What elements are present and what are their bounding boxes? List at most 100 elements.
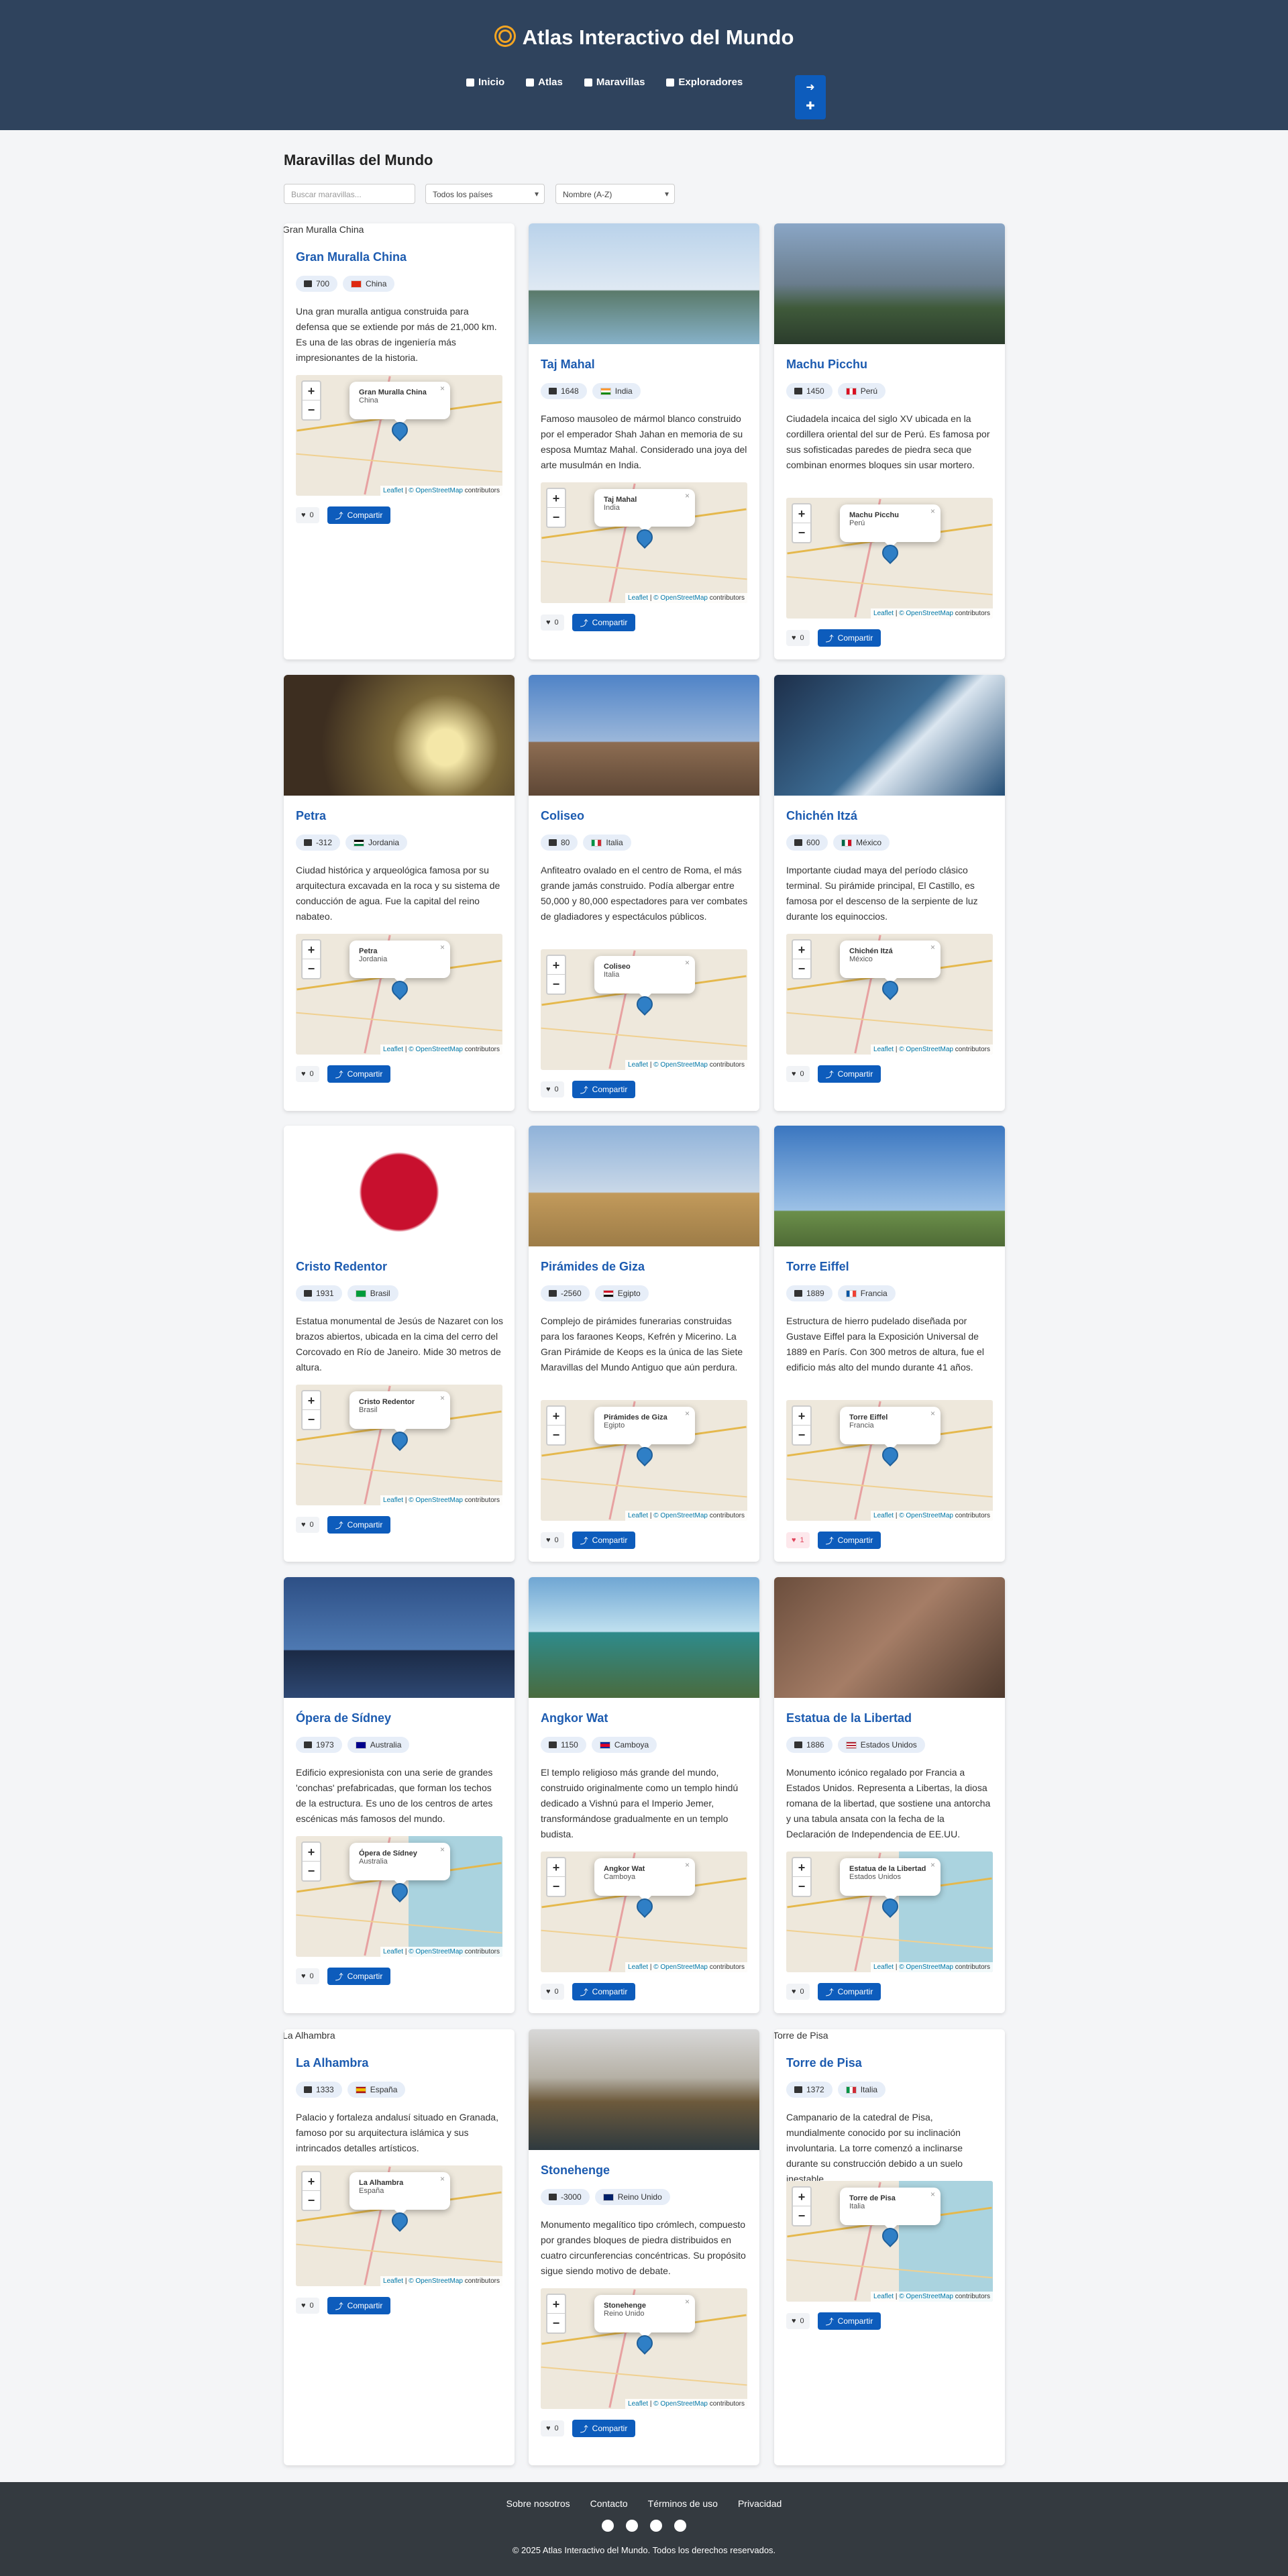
wonder-map[interactable]: + − × Estatua de la Libertad Estados Uni… — [786, 1851, 993, 1972]
share-button[interactable]: ⤴ Compartir — [817, 1065, 881, 1083]
map-marker-icon[interactable] — [633, 526, 656, 549]
zoom-out-button[interactable]: − — [793, 523, 810, 542]
like-button[interactable]: ♥ 0 — [786, 630, 810, 646]
wonder-map[interactable]: + − × Cristo Redentor Brasil Leaflet | ©… — [296, 1385, 502, 1505]
popup-close-icon[interactable]: × — [685, 958, 690, 967]
footer-link-contact[interactable]: Contacto — [590, 2498, 628, 2509]
like-button[interactable]: ♥ 0 — [296, 1517, 319, 1533]
popup-close-icon[interactable]: × — [440, 943, 445, 952]
youtube-icon[interactable] — [674, 2520, 686, 2532]
country-filter-select[interactable]: Todos los países — [425, 184, 545, 204]
nav-exploradores[interactable]: Exploradores — [666, 76, 743, 88]
leaflet-link[interactable]: Leaflet — [628, 594, 648, 602]
share-button[interactable]: ⤴ Compartir — [572, 1983, 636, 2000]
map-marker-icon[interactable] — [388, 1880, 411, 1902]
leaflet-link[interactable]: Leaflet — [873, 2293, 894, 2300]
osm-link[interactable]: © OpenStreetMap — [409, 487, 463, 494]
search-input[interactable]: Buscar maravillas... — [284, 184, 415, 204]
facebook-icon[interactable] — [602, 2520, 614, 2532]
leaflet-link[interactable]: Leaflet — [383, 2277, 403, 2285]
like-button[interactable]: ♥ 0 — [296, 1968, 319, 1984]
osm-link[interactable]: © OpenStreetMap — [899, 1512, 953, 1519]
like-button[interactable]: ♥ 0 — [541, 1984, 564, 2000]
wonder-title[interactable]: Pirámides de Giza — [541, 1260, 645, 1274]
leaflet-link[interactable]: Leaflet — [628, 1512, 648, 1519]
leaflet-link[interactable]: Leaflet — [383, 1046, 403, 1053]
zoom-out-button[interactable]: − — [547, 1877, 565, 1896]
wonder-map[interactable]: + − × Pirámides de Giza Egipto Leaflet |… — [541, 1400, 747, 1521]
zoom-in-button[interactable]: + — [547, 2295, 565, 2314]
zoom-in-button[interactable]: + — [793, 1407, 810, 1426]
share-button[interactable]: ⤴ Compartir — [817, 1532, 881, 1549]
map-marker-icon[interactable] — [879, 1444, 902, 1466]
share-button[interactable]: ⤴ Compartir — [327, 1065, 391, 1083]
sort-select[interactable]: Nombre (A-Z) — [555, 184, 675, 204]
wonder-map[interactable]: + − × Chichén Itzá México Leaflet | © Op… — [786, 934, 993, 1055]
popup-close-icon[interactable]: × — [930, 1409, 935, 1418]
leaflet-link[interactable]: Leaflet — [873, 1964, 894, 1971]
popup-close-icon[interactable]: × — [930, 943, 935, 952]
like-button[interactable]: ♥ 0 — [541, 1532, 564, 1548]
like-button[interactable]: ♥ 1 — [786, 1532, 810, 1548]
wonder-map[interactable]: + − × Machu Picchu Perú Leaflet | © Open… — [786, 498, 993, 619]
wonder-map[interactable]: + − × La Alhambra España Leaflet | © Ope… — [296, 2165, 502, 2286]
nav-atlas[interactable]: Atlas — [526, 76, 563, 88]
login-icon[interactable]: ➜ — [804, 82, 817, 94]
wonder-map[interactable]: + − × Angkor Wat Camboya Leaflet | © Ope… — [541, 1851, 747, 1972]
zoom-out-button[interactable]: − — [303, 959, 320, 978]
nav-inicio[interactable]: Inicio — [466, 76, 504, 88]
map-marker-icon[interactable] — [388, 1428, 411, 1451]
wonder-title[interactable]: Gran Muralla China — [296, 250, 407, 264]
osm-link[interactable]: © OpenStreetMap — [653, 1512, 708, 1519]
wonder-title[interactable]: Torre de Pisa — [786, 2056, 862, 2070]
zoom-in-button[interactable]: + — [793, 2188, 810, 2206]
leaflet-link[interactable]: Leaflet — [383, 1497, 403, 1504]
popup-close-icon[interactable]: × — [440, 1845, 445, 1854]
leaflet-link[interactable]: Leaflet — [873, 1046, 894, 1053]
share-button[interactable]: ⤴ Compartir — [817, 2312, 881, 2330]
osm-link[interactable]: © OpenStreetMap — [653, 594, 708, 602]
zoom-in-button[interactable]: + — [303, 941, 320, 959]
wonder-title[interactable]: La Alhambra — [296, 2056, 368, 2070]
leaflet-link[interactable]: Leaflet — [873, 610, 894, 617]
wonder-title[interactable]: Taj Mahal — [541, 358, 595, 372]
wonder-title[interactable]: Angkor Wat — [541, 1711, 608, 1725]
map-marker-icon[interactable] — [388, 977, 411, 1000]
wonder-map[interactable]: + − × Gran Muralla China China Leaflet |… — [296, 375, 502, 496]
osm-link[interactable]: © OpenStreetMap — [899, 1046, 953, 1053]
zoom-out-button[interactable]: − — [303, 1410, 320, 1429]
zoom-out-button[interactable]: − — [303, 2191, 320, 2210]
wonder-map[interactable]: + − × Stonehenge Reino Unido Leaflet | ©… — [541, 2288, 747, 2409]
popup-close-icon[interactable]: × — [685, 1409, 690, 1418]
wonder-title[interactable]: Chichén Itzá — [786, 809, 857, 823]
wonder-map[interactable]: + − × Torre de Pisa Italia Leaflet | © O… — [786, 2181, 993, 2302]
map-marker-icon[interactable] — [879, 2224, 902, 2247]
zoom-out-button[interactable]: − — [547, 975, 565, 994]
wonder-title[interactable]: Cristo Redentor — [296, 1260, 387, 1274]
map-marker-icon[interactable] — [633, 993, 656, 1016]
share-button[interactable]: ⤴ Compartir — [817, 629, 881, 647]
map-marker-icon[interactable] — [879, 1895, 902, 1918]
footer-link-privacy[interactable]: Privacidad — [738, 2498, 782, 2509]
popup-close-icon[interactable]: × — [930, 1860, 935, 1870]
twitter-icon[interactable] — [626, 2520, 638, 2532]
popup-close-icon[interactable]: × — [440, 384, 445, 393]
map-marker-icon[interactable] — [879, 977, 902, 1000]
zoom-in-button[interactable]: + — [547, 1407, 565, 1426]
wonder-title[interactable]: Stonehenge — [541, 2163, 610, 2178]
wonder-map[interactable]: + − × Ópera de Sídney Australia Leaflet … — [296, 1836, 502, 1957]
wonder-map[interactable]: + − × Coliseo Italia Leaflet | © OpenStr… — [541, 949, 747, 1070]
leaflet-link[interactable]: Leaflet — [628, 1061, 648, 1069]
share-button[interactable]: ⤴ Compartir — [572, 2420, 636, 2437]
zoom-out-button[interactable]: − — [547, 508, 565, 527]
wonder-title[interactable]: Torre Eiffel — [786, 1260, 849, 1274]
like-button[interactable]: ♥ 0 — [296, 1066, 319, 1082]
wonder-map[interactable]: + − × Petra Jordania Leaflet | © OpenStr… — [296, 934, 502, 1055]
zoom-out-button[interactable]: − — [793, 1877, 810, 1896]
like-button[interactable]: ♥ 0 — [786, 1066, 810, 1082]
osm-link[interactable]: © OpenStreetMap — [409, 1497, 463, 1504]
zoom-in-button[interactable]: + — [547, 1858, 565, 1877]
map-marker-icon[interactable] — [388, 2209, 411, 2232]
share-button[interactable]: ⤴ Compartir — [327, 1968, 391, 1985]
popup-close-icon[interactable]: × — [685, 2297, 690, 2306]
